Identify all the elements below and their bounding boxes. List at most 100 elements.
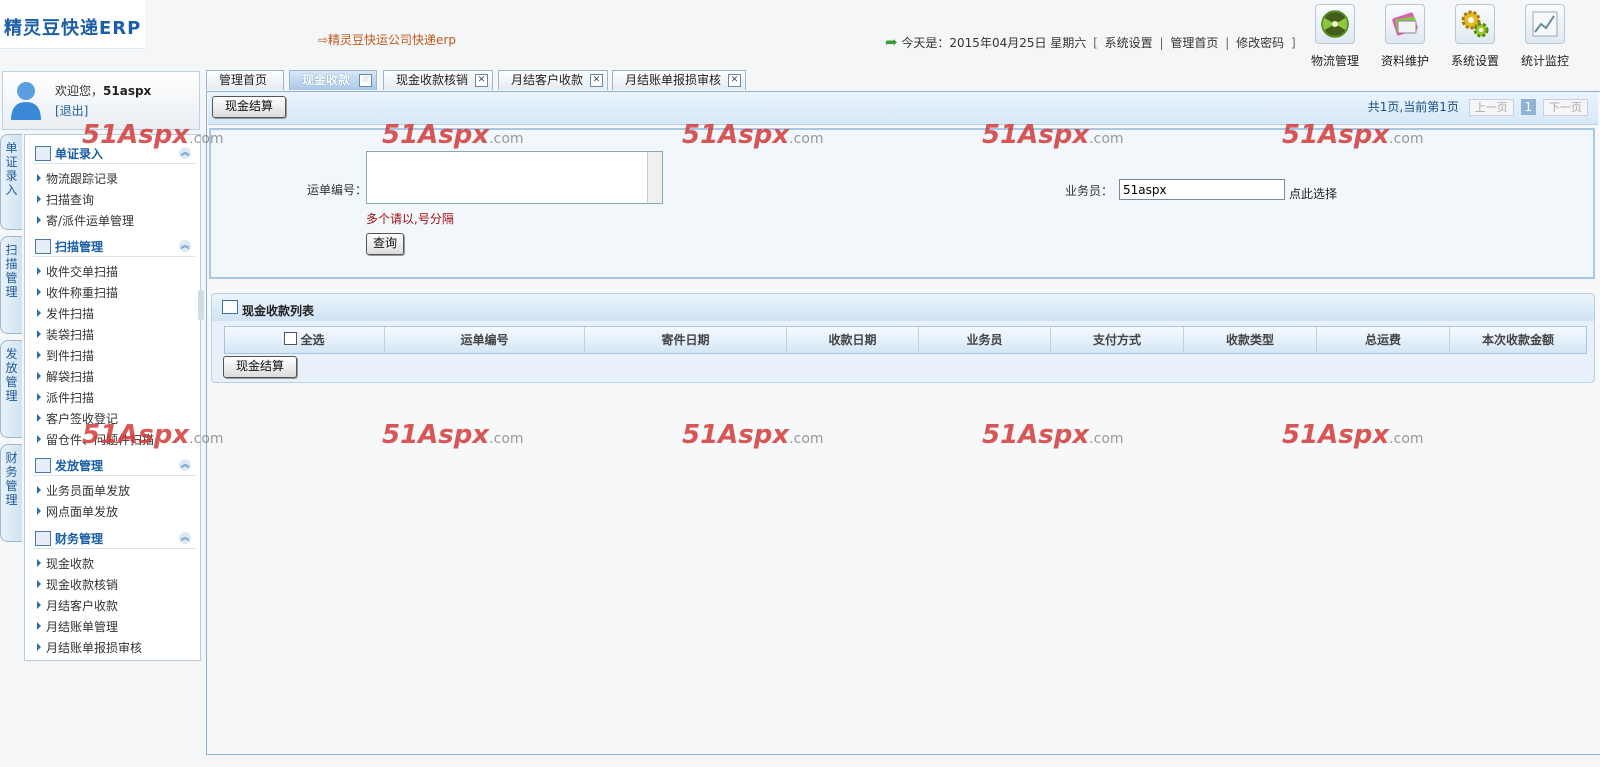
menu-item-monthly-bill[interactable]: 月结账单管理 (37, 618, 118, 635)
waybill-label: 运单编号： (307, 183, 368, 197)
menu-group-document-entry[interactable]: 单证录入 ︽ (33, 143, 195, 164)
avatar-icon (9, 78, 43, 122)
pick-salesman-link[interactable]: 点此选择 (1289, 185, 1337, 202)
tab-cash-receipt[interactable]: 现金收款 ✕ (289, 70, 377, 90)
col-total-freight: 总运费 (1317, 327, 1450, 353)
list-cash-settle-button[interactable]: 现金结算 (223, 356, 297, 378)
side-tab-scan-management[interactable]: 扫描管理 (0, 236, 22, 334)
pager: 共1页,当前第1页 上一页 1 下一页 (1368, 98, 1588, 116)
app-logo: 精灵豆快递ERP (0, 0, 145, 49)
change-password-link[interactable]: 修改密码 (1236, 36, 1284, 50)
radiation-icon (1315, 4, 1355, 44)
table-header: 全选 运单编号 寄件日期 收款日期 业务员 支付方式 收款类型 总运费 本次收款… (224, 326, 1587, 354)
close-icon[interactable]: ✕ (728, 74, 741, 87)
menu-item-monthly-loss-review[interactable]: 月结账单报损审核 (37, 639, 142, 656)
admin-home-link[interactable]: 管理首页 (1170, 36, 1218, 50)
waybill-textarea[interactable] (366, 151, 663, 204)
current-date: 今天是：2015年04月25日 星期六 (901, 36, 1087, 50)
cash-settle-button[interactable]: 现金结算 (212, 96, 286, 118)
waybill-hint: 多个请以,号分隔 (366, 212, 454, 226)
menu-item-monthly-receipt[interactable]: 月结客户收款 (37, 597, 118, 614)
list-header: 现金收款列表 (212, 294, 1594, 321)
bracket-open: [ (1093, 36, 1098, 50)
gears-icon (1455, 4, 1495, 44)
col-send-date: 寄件日期 (585, 327, 787, 353)
tab-monthly-receipt[interactable]: 月结客户收款 ✕ (498, 70, 608, 90)
list-title: 现金收款列表 (242, 304, 315, 318)
receipt-list-panel: 现金收款列表 全选 运单编号 寄件日期 收款日期 业务员 支付方式 收款类型 总… (211, 293, 1595, 383)
top-links-bar: ➦ 今天是：2015年04月25日 星期六 [ 系统设置 | 管理首页 | 修改… (885, 33, 1296, 51)
menu-item-unbag-scan[interactable]: 解袋扫描 (37, 368, 94, 385)
sidebar-collapse-handle[interactable] (198, 290, 204, 320)
salesman-label: 业务员： (1065, 184, 1114, 198)
menu-item-cash-receipt[interactable]: 现金收款 (37, 555, 94, 572)
col-receipt-date: 收款日期 (787, 327, 919, 353)
tab-monthly-loss-review[interactable]: 月结账单报损审核 ✕ (612, 70, 746, 90)
prev-page-button[interactable]: 上一页 (1468, 99, 1514, 116)
menu-group-distribution[interactable]: 发放管理 ︽ (33, 455, 195, 476)
menu-group-scan-management[interactable]: 扫描管理 ︽ (33, 236, 195, 257)
edit-form-icon (35, 239, 51, 254)
menu-item-waybill-management[interactable]: 寄/派件运单管理 (37, 212, 134, 229)
tab-cash-writeoff[interactable]: 现金收款核销 ✕ (383, 70, 493, 90)
top-nav-data-maintenance-label: 资料维护 (1380, 54, 1429, 68)
system-settings-link[interactable]: 系统设置 (1105, 36, 1153, 50)
top-nav-statistics-label: 统计监控 (1520, 54, 1569, 68)
menu-item-delivery-scan[interactable]: 派件扫描 (37, 389, 94, 406)
current-page[interactable]: 1 (1520, 99, 1537, 115)
menu-item-salesman-waybill[interactable]: 业务员面单发放 (37, 482, 130, 499)
close-icon[interactable]: ✕ (359, 74, 372, 87)
collapse-icon[interactable]: ︽ (179, 459, 191, 471)
logout-link[interactable]: [退出] (55, 102, 88, 119)
side-tab-distribution[interactable]: 发放管理 (0, 340, 22, 438)
books-icon (1385, 4, 1425, 44)
collapse-icon[interactable]: ︽ (179, 240, 191, 252)
welcome-text: 欢迎您，51aspx (55, 84, 152, 98)
menu-item-receive-scan[interactable]: 收件交单扫描 (37, 263, 118, 280)
select-all-checkbox[interactable] (284, 332, 298, 345)
menu-item-logistics-tracking[interactable]: 物流跟踪记录 (37, 170, 118, 187)
col-payment-method: 支付方式 (1051, 327, 1184, 353)
collapse-icon[interactable]: ︽ (179, 532, 191, 544)
side-tab-finance[interactable]: 财务管理 (0, 444, 22, 542)
salesman-input[interactable] (1119, 179, 1285, 200)
search-panel: 运单编号： 多个请以,号分隔 查询 业务员： 点此选择 (209, 128, 1595, 279)
top-nav-system-settings[interactable]: 系统设置 (1440, 4, 1510, 69)
col-receipt-amount: 本次收款金额 (1481, 333, 1554, 347)
menu-item-branch-waybill[interactable]: 网点面单发放 (37, 503, 118, 520)
menu-item-cash-writeoff[interactable]: 现金收款核销 (37, 576, 118, 593)
next-page-button[interactable]: 下一页 (1543, 99, 1588, 116)
col-receipt-type: 收款类型 (1184, 327, 1317, 353)
share-arrow-icon: ➦ (885, 33, 898, 51)
side-menu: 单证录入 ︽ 物流跟踪记录 扫描查询 寄/派件运单管理 扫描管理 ︽ 收件交单扫… (24, 134, 201, 661)
textarea-scrollbar[interactable] (647, 152, 662, 203)
menu-item-weigh-scan[interactable]: 收件称重扫描 (37, 284, 118, 301)
col-salesman: 业务员 (919, 327, 1051, 353)
top-nav-system-settings-label: 系统设置 (1450, 54, 1499, 68)
company-link[interactable]: ⇨精灵豆快运公司快递erp (318, 31, 456, 48)
menu-group-finance[interactable]: 财务管理 ︽ (33, 528, 195, 549)
menu-item-bag-scan[interactable]: 装袋扫描 (37, 326, 94, 343)
bracket-close: ] (1290, 36, 1296, 50)
toolbar: 现金结算 共1页,当前第1页 上一页 1 下一页 (208, 92, 1598, 125)
menu-item-send-scan[interactable]: 发件扫描 (37, 305, 94, 322)
select-all-header[interactable]: 全选 (225, 327, 385, 353)
top-nav-logistics[interactable]: 物流管理 (1300, 4, 1370, 69)
pager-summary: 共1页,当前第1页 (1367, 100, 1459, 114)
collapse-icon[interactable]: ︽ (179, 147, 191, 159)
menu-item-scan-query[interactable]: 扫描查询 (37, 191, 94, 208)
menu-item-customer-signoff[interactable]: 客户签收登记 (37, 410, 118, 427)
username: 51aspx (103, 84, 152, 98)
tab-admin-home[interactable]: 管理首页 (206, 70, 284, 90)
menu-item-arrival-scan[interactable]: 到件扫描 (37, 347, 94, 364)
top-nav-data-maintenance[interactable]: 资料维护 (1370, 4, 1440, 69)
close-icon[interactable]: ✕ (475, 74, 488, 87)
query-button[interactable]: 查询 (366, 233, 404, 255)
top-nav-logistics-label: 物流管理 (1310, 54, 1359, 68)
edit-form-icon (35, 458, 51, 473)
close-icon[interactable]: ✕ (590, 74, 603, 87)
table-icon (222, 300, 238, 314)
menu-item-problem-scan[interactable]: 留仓件、问题件扫描 (37, 431, 154, 448)
side-tab-document-entry[interactable]: 单证录入 (0, 134, 22, 230)
top-nav-statistics[interactable]: 统计监控 (1510, 4, 1580, 69)
